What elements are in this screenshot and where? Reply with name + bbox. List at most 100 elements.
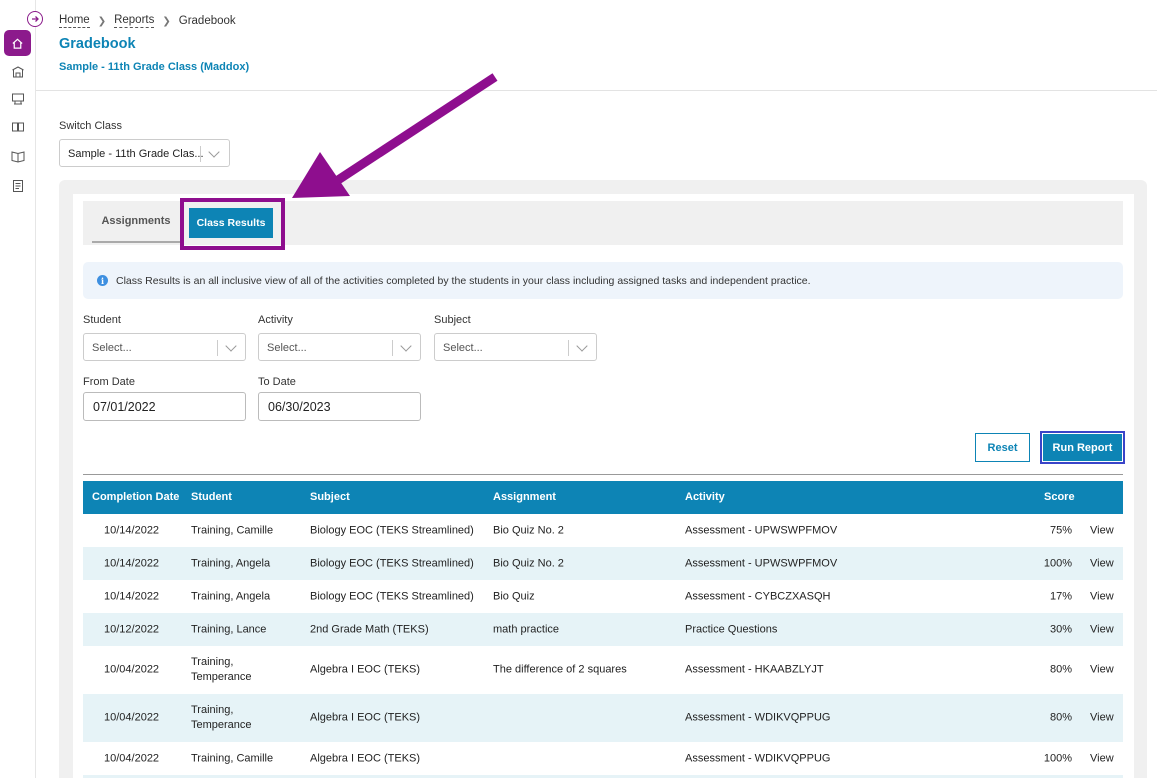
switch-class-select[interactable]: Sample - 11th Grade Clas... (59, 139, 230, 167)
subject-filter-label: Subject (434, 314, 471, 326)
header-subject[interactable]: Subject (310, 491, 350, 503)
switch-class-value: Sample - 11th Grade Clas... (68, 148, 204, 160)
info-icon: i (97, 275, 108, 286)
cell-subject: Biology EOC (TEKS Streamlined) (310, 557, 474, 569)
cell-student: Training, Camille (191, 524, 274, 536)
chevron-down-icon (576, 340, 588, 352)
home-icon (12, 38, 23, 49)
home-nav-button[interactable] (4, 30, 31, 56)
cell-subject: Algebra I EOC (TEKS) (310, 752, 421, 764)
table-row: 10/12/2022 Training, Lance 2nd Grade Mat… (83, 613, 1123, 646)
cell-activity: Assessment - UPWSWPFMOV (685, 524, 838, 536)
cell-activity: Assessment - HKAABZLYJT (685, 663, 824, 676)
reset-button[interactable]: Reset (975, 433, 1030, 462)
header-divider (36, 90, 1157, 91)
cell-date: 10/14/2022 (104, 524, 160, 536)
cell-date: 10/12/2022 (104, 623, 160, 635)
cell-activity: Practice Questions (685, 623, 778, 635)
arrow-right-icon (32, 16, 39, 22)
subject-select[interactable]: Select... (434, 333, 597, 361)
cell-subject: 2nd Grade Math (TEKS) (310, 623, 429, 635)
cell-assignment: Bio Quiz No. 2 (493, 524, 564, 536)
chevron-down-icon (225, 340, 237, 352)
cell-student: Training, Temperance (191, 655, 252, 685)
to-date-input[interactable]: 06/30/2023 (258, 392, 421, 421)
cell-assignment: Bio Quiz No. 2 (493, 557, 564, 569)
cell-student: Training, Camille (191, 752, 274, 764)
curriculum-nav-button[interactable] (10, 119, 26, 135)
table-row: 10/04/2022 Training, Camille Algebra I E… (83, 742, 1123, 775)
tab-assignments[interactable]: Assignments (92, 201, 180, 243)
breadcrumb-current: Gradebook (178, 15, 236, 27)
school-icon (12, 66, 24, 78)
page-title: Gradebook (59, 36, 136, 52)
select-divider (392, 340, 393, 356)
table-row: 10/14/2022 Training, Angela Biology EOC … (83, 547, 1123, 580)
cell-score: 30% (1049, 623, 1072, 635)
cell-score: 80% (1049, 711, 1072, 724)
cell-activity: Assessment - WDIKVQPPUG (685, 752, 831, 764)
table-row: 10/04/2022 Training, Temperance Algebra … (83, 646, 1123, 694)
cell-activity: Assessment - WDIKVQPPUG (685, 711, 831, 724)
cell-subject: Biology EOC (TEKS Streamlined) (310, 590, 474, 602)
school-nav-button[interactable] (10, 64, 26, 80)
switch-class-label: Switch Class (59, 120, 122, 132)
activity-select[interactable]: Select... (258, 333, 421, 361)
from-date-label: From Date (83, 376, 135, 388)
cell-subject: Algebra I EOC (TEKS) (310, 711, 421, 724)
view-link[interactable]: View (1090, 711, 1114, 726)
open-book-icon (12, 122, 24, 132)
reading-book-icon (11, 151, 25, 163)
header-assignment[interactable]: Assignment (493, 491, 556, 503)
view-link[interactable]: View (1090, 751, 1114, 766)
run-report-button[interactable]: Run Report (1040, 431, 1125, 464)
cell-student-line2: Temperance (191, 671, 252, 683)
cell-subject: Biology EOC (TEKS Streamlined) (310, 524, 474, 536)
header-completion-date[interactable]: Completion Date (92, 491, 179, 503)
library-nav-button[interactable] (10, 148, 26, 164)
class-subtitle: Sample - 11th Grade Class (Maddox) (59, 61, 250, 73)
cell-score: 100% (1043, 752, 1072, 764)
cell-activity: Assessment - UPWSWPFMOV (685, 557, 838, 569)
chevron-right-icon: ❯ (97, 15, 107, 27)
cell-assignment: The difference of 2 squares (493, 663, 627, 676)
subject-select-placeholder: Select... (443, 342, 483, 354)
view-link[interactable]: View (1090, 523, 1114, 538)
activity-filter-label: Activity (258, 314, 293, 326)
classroom-icon (12, 93, 24, 105)
header-activity[interactable]: Activity (685, 491, 725, 503)
cell-date: 10/14/2022 (104, 557, 160, 569)
view-link[interactable]: View (1090, 663, 1114, 678)
info-banner: i Class Results is an all inclusive view… (83, 262, 1123, 299)
student-select[interactable]: Select... (83, 333, 246, 361)
cell-student-line1: Training, (191, 704, 234, 716)
results-table-header: Completion Date Student Subject Assignme… (83, 481, 1123, 514)
expand-nav-button[interactable] (27, 11, 43, 27)
chevron-right-icon: ❯ (162, 15, 171, 27)
student-filter-label: Student (83, 314, 121, 326)
view-link[interactable]: View (1090, 622, 1114, 637)
breadcrumb-reports-link[interactable]: Reports (114, 14, 155, 28)
classroom-nav-button[interactable] (10, 91, 26, 107)
view-link[interactable]: View (1090, 556, 1114, 571)
from-date-input[interactable]: 07/01/2022 (83, 392, 246, 421)
table-row: 10/14/2022 Training, Angela Biology EOC … (83, 580, 1123, 613)
cell-student-line2: Temperance (191, 719, 252, 731)
info-text: Class Results is an all inclusive view o… (116, 274, 811, 287)
select-divider (200, 146, 201, 162)
view-link[interactable]: View (1090, 589, 1114, 604)
table-row: 10/04/2022 Training, Temperance Algebra … (83, 694, 1123, 742)
cell-date: 10/04/2022 (104, 663, 160, 676)
select-divider (568, 340, 569, 356)
report-document-icon (13, 180, 23, 192)
cell-date: 10/04/2022 (104, 752, 160, 764)
select-divider (217, 340, 218, 356)
reports-nav-button[interactable] (10, 178, 26, 194)
cell-date: 10/04/2022 (104, 711, 160, 724)
header-score[interactable]: Score (1044, 491, 1075, 503)
header-student[interactable]: Student (191, 491, 232, 503)
cell-student-line1: Training, (191, 656, 234, 668)
breadcrumb-home-link[interactable]: Home (59, 14, 90, 28)
cell-assignment: math practice (493, 623, 560, 635)
cell-assignment: Bio Quiz (493, 590, 535, 602)
